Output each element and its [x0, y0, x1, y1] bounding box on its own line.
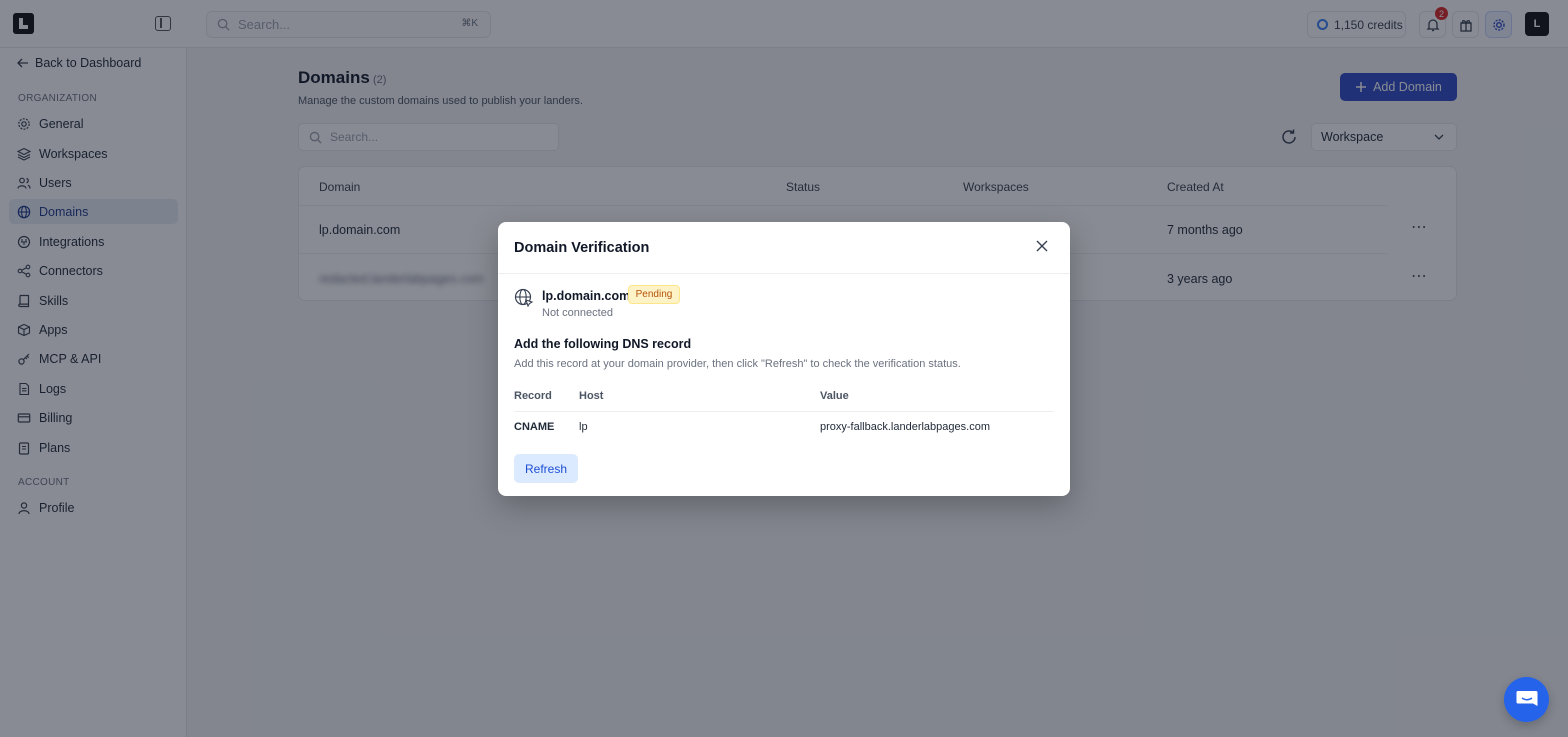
- dialog-header: Domain Verification: [498, 222, 1070, 274]
- globe-cursor-icon: [514, 288, 534, 308]
- connection-status: Not connected: [542, 307, 613, 319]
- dns-column-host: Host: [579, 390, 604, 402]
- status-badge: Pending: [628, 285, 680, 304]
- close-icon[interactable]: [1035, 239, 1049, 253]
- dns-section-title: Add the following DNS record: [514, 337, 692, 351]
- dns-record-host[interactable]: lp: [579, 421, 588, 433]
- chat-support-button[interactable]: [1504, 677, 1549, 722]
- dns-section-subtitle: Add this record at your domain provider,…: [514, 358, 961, 370]
- dns-column-record: Record: [514, 390, 552, 402]
- domain-verification-dialog: Domain Verification lp.domain.com Pendin…: [498, 222, 1070, 496]
- dns-record-value[interactable]: proxy-fallback.landerlabpages.com: [820, 421, 990, 433]
- dialog-title: Domain Verification: [514, 240, 650, 256]
- dns-record-type: CNAME: [514, 421, 555, 433]
- dialog-domain-name: lp.domain.com: [542, 289, 631, 303]
- dns-column-value: Value: [820, 390, 849, 402]
- refresh-button[interactable]: Refresh: [514, 454, 578, 483]
- dns-table-divider: [514, 411, 1054, 412]
- chat-icon: [1516, 690, 1537, 706]
